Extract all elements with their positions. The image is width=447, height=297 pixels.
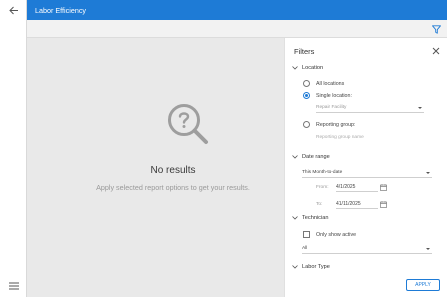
filters-panel: Filters Location All locations Single lo… (284, 38, 447, 297)
radio-button-selected[interactable] (303, 92, 310, 99)
to-label: To: (316, 202, 323, 207)
filter-button[interactable] (429, 22, 443, 36)
technician-select[interactable]: All (302, 245, 432, 254)
dropdown-arrow-icon (426, 172, 430, 174)
to-date-input[interactable]: 41/11/2025 (336, 200, 378, 209)
empty-state-subtitle: Apply selected report options to get you… (96, 183, 250, 192)
reporting-group-input[interactable]: Reporting group name (316, 135, 364, 140)
date-preset-value: This Month-to-date (302, 170, 343, 175)
search-question-icon (168, 104, 208, 144)
arrow-left-icon (9, 6, 18, 14)
technician-label: Technician (302, 215, 329, 221)
labor-type-label: Labor Type (302, 264, 330, 270)
reporting-group-radio[interactable]: Reporting group: (303, 121, 355, 128)
location-select-value: Repair Facility (316, 105, 347, 110)
close-icon (432, 47, 440, 55)
only-show-active-label: Only show active (316, 231, 357, 238)
calendar-icon[interactable] (380, 184, 387, 191)
date-preset-select[interactable]: This Month-to-date (302, 169, 432, 178)
from-date-input[interactable]: 4/1/2025 (336, 183, 378, 192)
date-range-section-header[interactable]: Date range (292, 154, 330, 160)
only-show-active-checkbox[interactable]: Only show active (303, 231, 356, 238)
location-select[interactable]: Repair Facility (316, 104, 424, 113)
technician-section-header[interactable]: Technician (292, 215, 328, 221)
location-section-header[interactable]: Location (292, 65, 323, 71)
checkbox[interactable] (303, 231, 310, 238)
chevron-down-icon (292, 215, 298, 221)
menu-button[interactable] (6, 280, 22, 292)
hamburger-icon (9, 282, 19, 290)
technician-select-value: All (302, 246, 308, 251)
chevron-down-icon (292, 65, 298, 71)
dropdown-arrow-icon (426, 248, 430, 250)
funnel-icon (431, 24, 441, 34)
apply-button[interactable]: APPLY (406, 279, 440, 291)
dropdown-arrow-icon (418, 107, 422, 109)
single-location-label: Single location: (316, 92, 352, 99)
toolbar (27, 20, 447, 38)
filters-title: Filters (294, 47, 315, 56)
page-title: Labor Efficiency (35, 6, 87, 15)
back-button[interactable] (6, 3, 22, 17)
single-location-radio[interactable]: Single location: (303, 92, 352, 99)
date-range-label: Date range (302, 154, 330, 160)
reporting-group-label: Reporting group: (316, 121, 356, 128)
radio-button[interactable] (303, 80, 310, 87)
radio-button[interactable] (303, 121, 310, 128)
calendar-icon[interactable] (380, 201, 387, 208)
from-label: From: (316, 185, 329, 190)
chevron-down-icon (292, 264, 298, 270)
all-locations-radio[interactable]: All locations (303, 80, 344, 87)
results-area: No results Apply selected report options… (27, 38, 284, 297)
left-rail (0, 0, 27, 297)
location-label: Location (302, 65, 324, 71)
empty-state-title: No results (150, 165, 196, 176)
labor-type-section-header[interactable]: Labor Type (292, 264, 330, 270)
app-header: Labor Efficiency (27, 0, 447, 20)
all-locations-label: All locations (316, 80, 345, 87)
close-filters-button[interactable] (431, 46, 441, 56)
chevron-down-icon (292, 154, 298, 160)
